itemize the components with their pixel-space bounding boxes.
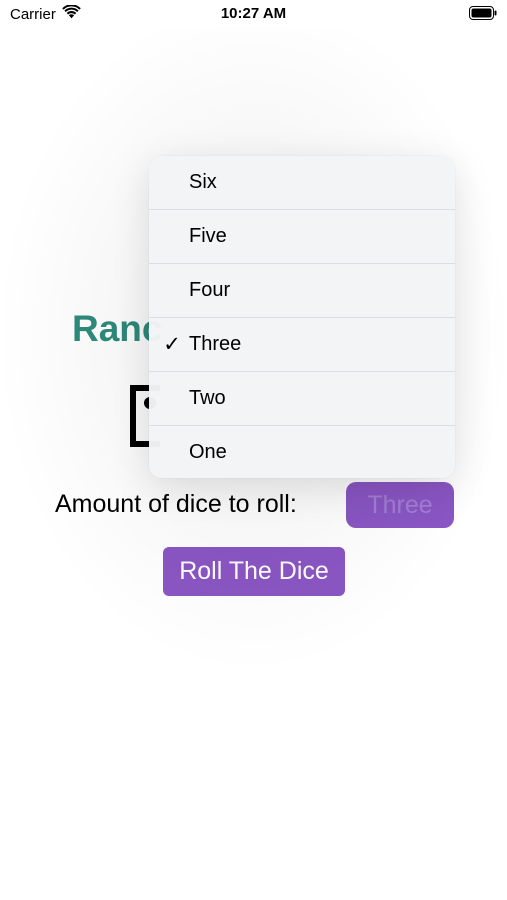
menu-item-four[interactable]: Four bbox=[149, 264, 455, 318]
status-time: 10:27 AM bbox=[220, 5, 287, 22]
menu-item-label: Six bbox=[189, 171, 217, 193]
menu-item-label: Two bbox=[189, 387, 226, 409]
checkmark-icon: ✓ bbox=[163, 333, 181, 356]
amount-label: Amount of dice to roll: bbox=[55, 490, 297, 518]
menu-item-label: Four bbox=[189, 279, 231, 301]
menu-item-one[interactable]: One bbox=[149, 426, 455, 478]
menu-item-label: One bbox=[189, 441, 227, 463]
menu-item-label: Five bbox=[189, 225, 227, 247]
battery-icon bbox=[469, 6, 497, 25]
dice-amount-select[interactable]: Three bbox=[346, 482, 454, 528]
menu-item-three[interactable]: ✓ Three bbox=[149, 318, 455, 372]
app-screen: Carrier 10:27 AM Ranc Amount of dice to … bbox=[0, 0, 507, 900]
status-bar: Carrier 10:27 AM bbox=[0, 0, 507, 28]
dice-amount-menu: Six Five Four ✓ Three Two One bbox=[149, 156, 455, 478]
menu-item-six[interactable]: Six bbox=[149, 156, 455, 210]
roll-dice-button[interactable]: Roll The Dice bbox=[163, 547, 345, 596]
menu-item-five[interactable]: Five bbox=[149, 210, 455, 264]
menu-item-two[interactable]: Two bbox=[149, 372, 455, 426]
menu-item-label: Three bbox=[189, 333, 242, 355]
